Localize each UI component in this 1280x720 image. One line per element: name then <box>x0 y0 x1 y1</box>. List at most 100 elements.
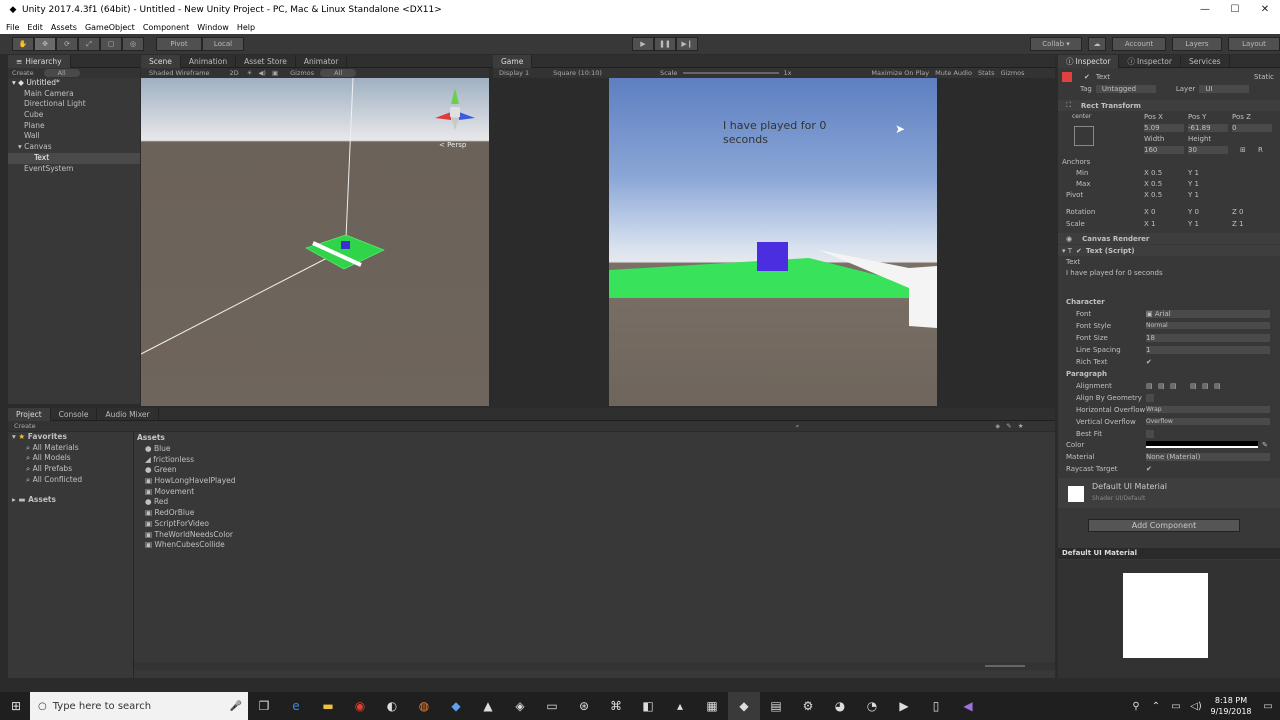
alignment-middle-icon[interactable]: ▤ <box>1202 382 1209 390</box>
taskbar-search[interactable]: ○ Type here to search 🎤 <box>30 692 248 720</box>
scale-y[interactable]: Y 1 <box>1188 220 1199 228</box>
app-icon[interactable]: ▤ <box>760 692 792 720</box>
maximize-button[interactable]: ☐ <box>1220 0 1250 20</box>
project-create-button[interactable]: Create <box>14 422 36 430</box>
project-breadcrumb[interactable]: Assets <box>137 432 165 443</box>
tree-item-canvas[interactable]: ▾ Canvas <box>8 142 140 153</box>
collab-button[interactable]: Collab ▾ <box>1030 37 1082 51</box>
game-gizmos-toggle[interactable]: Gizmos <box>1001 69 1025 77</box>
app-icon[interactable]: ◆ <box>440 692 472 720</box>
app-icon[interactable]: ⌘ <box>600 692 632 720</box>
file-explorer-icon[interactable]: ▬ <box>312 692 344 720</box>
gizmos-dropdown[interactable]: Gizmos <box>290 69 314 77</box>
alignment-right-icon[interactable]: ▤ <box>1170 382 1177 390</box>
anchor-max-x[interactable]: X 0.5 <box>1144 180 1162 188</box>
best-fit-checkbox[interactable] <box>1146 429 1154 438</box>
edge-icon[interactable]: e <box>280 692 312 720</box>
favorites-node[interactable]: ▾ ★ Favorites <box>8 432 133 443</box>
rect-tool-icon[interactable]: ▢ <box>100 37 122 51</box>
aspect-dropdown[interactable]: Square (10:10) <box>553 69 602 77</box>
app-icon[interactable]: ⚙ <box>792 692 824 720</box>
pivot-y[interactable]: Y 1 <box>1188 191 1199 199</box>
move-tool-icon[interactable]: ✥ <box>34 37 56 51</box>
material-field[interactable]: None (Material) <box>1146 452 1270 461</box>
anchor-max-y[interactable]: Y 1 <box>1188 180 1199 188</box>
fav-all-materials[interactable]: ⌕ All Materials <box>8 443 133 454</box>
task-view-icon[interactable]: ❐ <box>248 692 280 720</box>
asset-item[interactable]: ● Red <box>145 497 236 508</box>
pos-z-field[interactable]: 0 <box>1232 123 1272 132</box>
blender-icon[interactable]: ◍ <box>408 692 440 720</box>
rotation-x[interactable]: X 0 <box>1144 208 1156 216</box>
rect-transform-header[interactable]: ⛶ Rect Transform <box>1058 100 1280 111</box>
app-icon[interactable]: ▭ <box>536 692 568 720</box>
asset-item[interactable]: ▣ TheWorldNeedsColor <box>145 530 236 541</box>
menu-edit[interactable]: Edit <box>27 23 43 32</box>
clock[interactable]: 8:18 PM 9/19/2018 <box>1206 695 1256 717</box>
notepad-icon[interactable]: ▯ <box>920 692 952 720</box>
alignment-bottom-icon[interactable]: ▤ <box>1214 382 1221 390</box>
active-checkbox[interactable]: ✔ <box>1084 73 1090 81</box>
alignment-top-icon[interactable]: ▤ <box>1190 382 1197 390</box>
rotation-y[interactable]: Y 0 <box>1188 208 1199 216</box>
pos-x-field[interactable]: 5.09 <box>1144 123 1184 132</box>
tab-services[interactable]: Services <box>1181 54 1230 68</box>
persp-label[interactable]: < Persp <box>439 141 466 149</box>
tree-item-plane[interactable]: Plane <box>8 121 140 132</box>
tab-animation[interactable]: Animation <box>181 54 237 68</box>
tab-animator[interactable]: Animator <box>296 54 348 68</box>
tag-dropdown[interactable]: Untagged <box>1095 84 1156 93</box>
steam-icon[interactable]: ◐ <box>376 692 408 720</box>
scale-slider[interactable] <box>683 72 780 74</box>
step-icon[interactable]: ▶❙ <box>676 37 698 51</box>
font-size-field[interactable]: 18 <box>1146 333 1270 342</box>
hierarchy-create-button[interactable]: Create <box>12 69 34 77</box>
pivot-button[interactable]: Pivot <box>156 37 202 51</box>
cloud-icon[interactable]: ☁ <box>1088 37 1106 51</box>
people-icon[interactable]: ⚲ <box>1126 692 1146 720</box>
asset-item[interactable]: ● Green <box>145 465 236 476</box>
tab-inspector[interactable]: ⓘ Inspector <box>1058 54 1120 68</box>
asset-item[interactable]: ● Blue <box>145 444 236 455</box>
stats-toggle[interactable]: Stats <box>978 69 995 77</box>
preview-area[interactable] <box>1058 560 1280 678</box>
hierarchy-search-input[interactable]: All <box>43 69 80 77</box>
menu-help[interactable]: Help <box>237 23 255 32</box>
app-icon[interactable]: ◈ <box>504 692 536 720</box>
windows-start-icon[interactable]: ⊞ <box>0 692 32 720</box>
layer-dropdown[interactable]: UI <box>1199 84 1250 93</box>
rich-text-checkbox[interactable]: ✔ <box>1146 358 1152 366</box>
minimize-button[interactable]: — <box>1190 0 1220 20</box>
tree-item-directional-light[interactable]: Directional Light <box>8 99 140 110</box>
pause-icon[interactable]: ❚❚ <box>654 37 676 51</box>
display-dropdown[interactable]: Display 1 <box>499 69 529 77</box>
account-button[interactable]: Account <box>1112 37 1166 51</box>
app-icon[interactable]: ◧ <box>632 692 664 720</box>
font-field[interactable]: ▣ Arial <box>1146 309 1270 318</box>
text-enabled-checkbox[interactable]: ✔ <box>1076 247 1082 255</box>
height-field[interactable]: 30 <box>1188 145 1228 154</box>
line-spacing-field[interactable]: 1 <box>1146 345 1270 354</box>
blueprint-mode-icon[interactable]: ⊞ <box>1240 146 1246 154</box>
alignment-left-icon[interactable]: ▤ <box>1146 382 1153 390</box>
raw-edit-icon[interactable]: R <box>1258 146 1263 154</box>
canvas-renderer-header[interactable]: ◉ Canvas Renderer <box>1058 233 1280 244</box>
scene-view[interactable]: < Persp <box>141 78 489 406</box>
anchor-min-x[interactable]: X 0.5 <box>1144 169 1162 177</box>
notification-icon[interactable]: ▭ <box>1256 692 1280 720</box>
pos-y-field[interactable]: -61.89 <box>1188 123 1228 132</box>
text-value-field[interactable]: I have played for 0 seconds <box>1066 269 1163 277</box>
app-icon[interactable]: ⊛ <box>568 692 600 720</box>
tree-item-eventsystem[interactable]: EventSystem <box>8 164 140 175</box>
v-overflow-dropdown[interactable]: Overflow <box>1146 418 1270 425</box>
align-geometry-checkbox[interactable] <box>1146 393 1154 402</box>
app-icon[interactable]: ◕ <box>824 692 856 720</box>
tab-hierarchy[interactable]: ≡ Hierarchy <box>8 54 71 68</box>
asset-item[interactable]: ▣ RedOrBlue <box>145 508 236 519</box>
app-icon[interactable]: ▶ <box>888 692 920 720</box>
chrome-icon[interactable]: ◉ <box>344 692 376 720</box>
icon-size-slider[interactable] <box>985 665 1025 667</box>
close-button[interactable]: ✕ <box>1250 0 1280 20</box>
rotation-z[interactable]: Z 0 <box>1232 208 1244 216</box>
microphone-icon[interactable]: 🎤 <box>230 701 242 712</box>
